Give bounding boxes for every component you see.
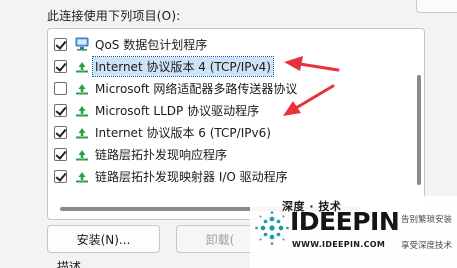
qos-network-icon — [75, 37, 89, 51]
checkbox[interactable] — [54, 125, 67, 139]
items-section-label: 此连接使用下列项目(O): — [47, 9, 181, 23]
list-item-label: Internet 协议版本 4 (TCP/IPv4) — [92, 55, 274, 77]
protocol-icon — [76, 62, 88, 73]
checkbox[interactable] — [54, 103, 67, 117]
list-item-label: Microsoft LLDP 协议驱动程序 — [95, 103, 260, 118]
checkbox[interactable] — [54, 169, 67, 183]
protocol-icon — [76, 150, 88, 161]
list-item-lltd-mapper[interactable]: 链路层拓扑发现映射器 I/O 驱动程序 — [48, 165, 408, 187]
list-item-ipv6[interactable]: Internet 协议版本 6 (TCP/IPv6) — [48, 121, 408, 143]
dialog-top-edge — [0, 0, 457, 3]
description-group-label: 描述 — [57, 260, 82, 268]
vertical-scrollbar[interactable] — [417, 35, 421, 213]
list-item-qos[interactable]: QoS 数据包计划程序 — [48, 33, 408, 55]
watermark-logo-text: IDEEPIN — [290, 207, 400, 236]
watermark-emblem-icon — [255, 211, 289, 245]
list-item-multiplexor[interactable]: Microsoft 网络适配器多路传送器协议 — [48, 77, 408, 99]
protocol-icon — [76, 128, 88, 139]
checkbox[interactable] — [54, 37, 67, 51]
connection-items-list: QoS 数据包计划程序 Internet 协议版本 4 (TCP/IPv4) M… — [48, 33, 408, 187]
checkbox[interactable] — [54, 59, 67, 73]
watermark-url: WWW.IDEEPIN.COM — [292, 240, 386, 249]
list-item-lldp[interactable]: Microsoft LLDP 协议驱动程序 — [48, 99, 408, 121]
properties-button-edge[interactable] — [416, 0, 457, 13]
checkbox[interactable] — [54, 81, 67, 95]
protocol-icon — [76, 84, 88, 95]
list-item-label: Internet 协议版本 6 (TCP/IPv6) — [95, 125, 271, 140]
list-item-label: 链路层拓扑发现映射器 I/O 驱动程序 — [95, 169, 288, 184]
watermark-tagline-1: 告别繁琐安装 — [401, 215, 453, 225]
list-item-label: 链路层拓扑发现响应程序 — [95, 147, 228, 162]
list-item-ipv4[interactable]: Internet 协议版本 4 (TCP/IPv4) — [48, 55, 408, 77]
checkbox[interactable] — [54, 147, 67, 161]
protocol-icon — [76, 106, 88, 117]
list-item-lltd-responder[interactable]: 链路层拓扑发现响应程序 — [48, 143, 408, 165]
vertical-scrollbar-thumb[interactable] — [417, 75, 421, 185]
watermark-tagline-2: 享受深度技术 — [401, 241, 453, 251]
install-button[interactable]: 安装(N)... — [47, 225, 160, 253]
connection-items-listbox[interactable]: QoS 数据包计划程序 Internet 协议版本 4 (TCP/IPv4) M… — [47, 28, 425, 220]
network-properties-dialog: 此连接使用下列项目(O): QoS 数据包计划程序 Internet 协议版本 … — [0, 0, 457, 268]
protocol-icon — [76, 172, 88, 183]
list-item-label: QoS 数据包计划程序 — [95, 37, 208, 52]
list-item-label: Microsoft 网络适配器多路传送器协议 — [95, 81, 298, 96]
